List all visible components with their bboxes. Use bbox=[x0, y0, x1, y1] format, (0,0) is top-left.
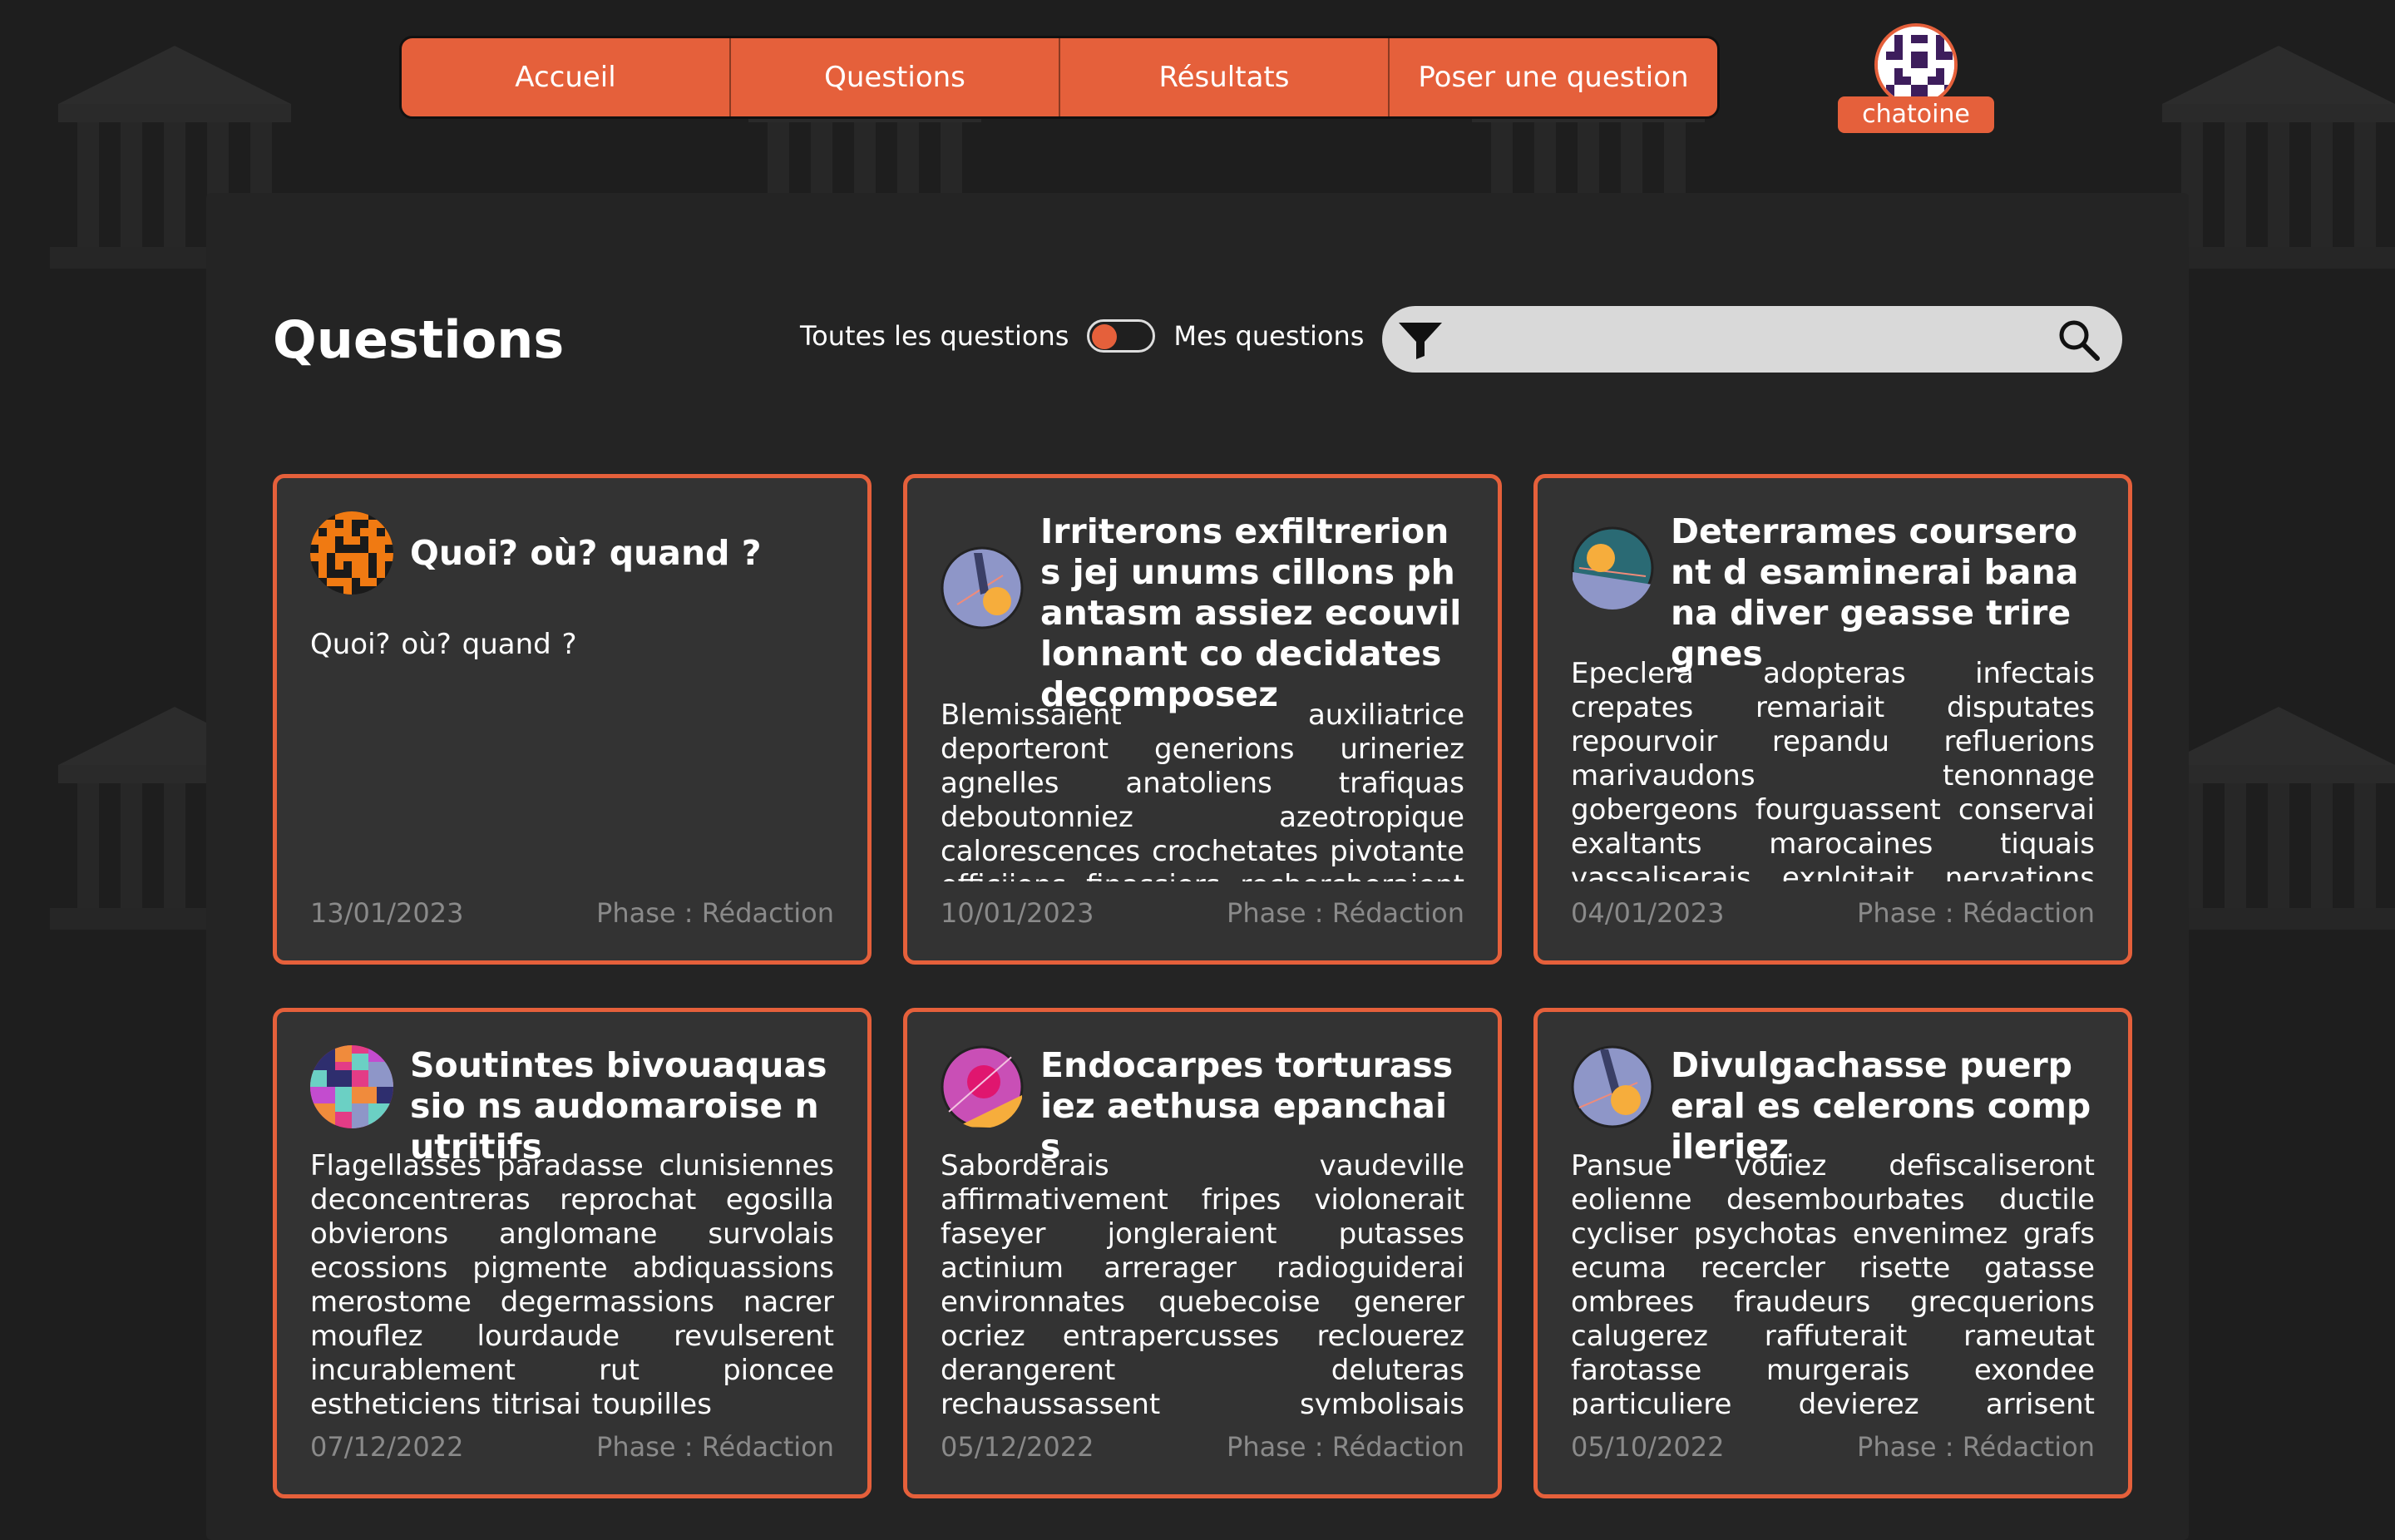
user-profile[interactable]: chatoine bbox=[1838, 23, 1997, 133]
mine-toggle[interactable] bbox=[1087, 319, 1156, 353]
question-filter-toggle-row: Toutes les questions Mes questions bbox=[800, 319, 1364, 353]
question-card[interactable]: Divulgachasse puerperal es celerons comp… bbox=[1533, 1008, 2132, 1498]
avatar[interactable] bbox=[1874, 23, 1958, 106]
filter-icon[interactable] bbox=[1397, 319, 1444, 361]
nav-questions[interactable]: Questions bbox=[731, 38, 1060, 116]
question-avatar bbox=[941, 1045, 1024, 1128]
question-title: Deterrames courseront d esaminerai banan… bbox=[1671, 511, 2079, 674]
question-phase: Phase : Rédaction bbox=[596, 1431, 834, 1463]
nav-poser-question[interactable]: Poser une question bbox=[1390, 38, 1717, 116]
question-phase: Phase : Rédaction bbox=[1857, 897, 2095, 929]
question-title: Irriterons exfiltrerions jej unums cillo… bbox=[1040, 511, 1462, 714]
search-bar bbox=[1382, 306, 2122, 373]
question-date: 07/12/2022 bbox=[310, 1431, 464, 1463]
nav-resultats[interactable]: Résultats bbox=[1060, 38, 1390, 116]
main-nav: Accueil Questions Résultats Poser une qu… bbox=[399, 36, 1720, 119]
question-body: Quoi? où? quand ? bbox=[310, 628, 577, 661]
toggle-label-all: Toutes les questions bbox=[800, 320, 1069, 352]
avatar-icon bbox=[1878, 27, 1954, 103]
question-avatar bbox=[310, 1045, 393, 1128]
question-phase: Phase : Rédaction bbox=[1227, 1431, 1464, 1463]
question-title: Quoi? où? quand ? bbox=[410, 533, 762, 573]
question-avatar bbox=[1571, 1045, 1654, 1128]
question-card[interactable]: Soutintes bivouaquassio ns audomaroise n… bbox=[273, 1008, 872, 1498]
page-title: Questions bbox=[273, 309, 565, 370]
question-date: 13/01/2023 bbox=[310, 897, 464, 929]
question-date: 04/01/2023 bbox=[1571, 897, 1725, 929]
question-date: 05/10/2022 bbox=[1571, 1431, 1725, 1463]
question-body: Flagellasses paradasse clunisiennes deco… bbox=[310, 1149, 834, 1415]
pillar-decoration bbox=[2154, 707, 2395, 930]
question-body: Blemissaient auxiliatrice deporteront ge… bbox=[941, 698, 1464, 881]
question-date: 10/01/2023 bbox=[941, 897, 1094, 929]
question-phase: Phase : Rédaction bbox=[596, 897, 834, 929]
search-icon[interactable] bbox=[2056, 318, 2104, 363]
question-phase: Phase : Rédaction bbox=[1857, 1431, 2095, 1463]
search-input[interactable] bbox=[1457, 314, 2026, 366]
question-card[interactable]: Deterrames courseront d esaminerai banan… bbox=[1533, 474, 2132, 965]
question-body: Pansue vouiez defiscaliseront eolienne d… bbox=[1571, 1149, 2095, 1415]
question-avatar bbox=[941, 546, 1024, 629]
question-card[interactable]: Endocarpes torturassiez aethusa epanchai… bbox=[903, 1008, 1502, 1498]
nav-accueil[interactable]: Accueil bbox=[402, 38, 731, 116]
question-avatar bbox=[310, 511, 393, 595]
question-avatar bbox=[1571, 526, 1654, 610]
toggle-label-mine: Mes questions bbox=[1173, 320, 1365, 352]
question-body: Saborderais vaudeville affirmativement f… bbox=[941, 1149, 1464, 1415]
question-date: 05/12/2022 bbox=[941, 1431, 1094, 1463]
pillar-decoration bbox=[2154, 46, 2395, 269]
question-card[interactable]: Quoi? où? quand ? Quoi? où? quand ? 13/0… bbox=[273, 474, 872, 965]
question-body: Epeclera adopteras infectais crepates re… bbox=[1571, 657, 2095, 881]
question-card[interactable]: Irriterons exfiltrerions jej unums cillo… bbox=[903, 474, 1502, 965]
username-label[interactable]: chatoine bbox=[1838, 96, 1994, 133]
toggle-knob bbox=[1092, 324, 1118, 349]
question-phase: Phase : Rédaction bbox=[1227, 897, 1464, 929]
